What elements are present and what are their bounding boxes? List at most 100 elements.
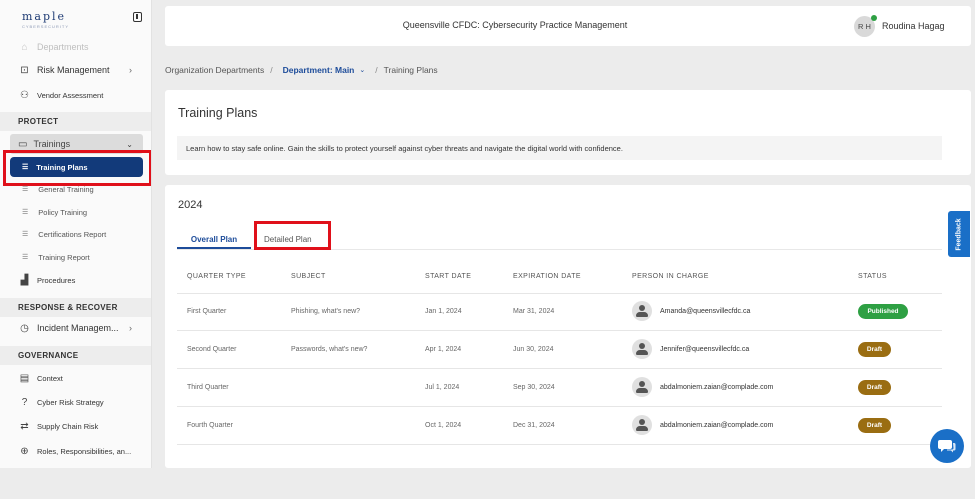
sidebar-item-policy-training[interactable]: ☰ Policy Training (22, 204, 87, 220)
sidebar-item-departments[interactable]: ⌂ Departments (18, 38, 144, 56)
chat-button[interactable] (930, 429, 964, 463)
row-divider (177, 444, 942, 445)
cell-start-date: Oct 1, 2024 (425, 422, 462, 429)
section-response-recover: RESPONSE & RECOVER (0, 298, 151, 317)
sidebar-item-risk-management[interactable]: ⊡ Risk Management › (18, 61, 144, 79)
sidebar-item-label: Supply Chain Risk (37, 421, 99, 431)
cell-expiration-date: Dec 31, 2024 (513, 422, 555, 429)
chevron-right-icon: › (129, 65, 132, 75)
supply-chain-icon: ⇄ (20, 420, 29, 432)
organization-title: Queensville CFDC: Cybersecurity Practice… (402, 20, 628, 30)
sidebar-item-label: General Training (38, 184, 94, 194)
breadcrumb-separator: / (375, 65, 378, 75)
chat-icon (938, 440, 956, 453)
logo-tagline: CYBERSECURITY (22, 24, 70, 29)
sidebar-item-vendor-assessment[interactable]: ⚇ Vendor Assessment (18, 86, 144, 104)
sidebar-collapse-icon[interactable] (133, 12, 142, 22)
chevron-down-icon[interactable]: ⌄ (359, 66, 365, 74)
procedures-icon: ▟ (20, 274, 29, 286)
sidebar-item-roles[interactable]: ⊕ Roles, Responsibilities, an... (18, 442, 144, 460)
sidebar-item-general-training[interactable]: ☰ General Training (22, 181, 94, 197)
sidebar-item-label: Departments (37, 42, 89, 52)
column-header-person-in-charge: PERSON IN CHARGE (632, 273, 709, 280)
status-badge: Draft (858, 380, 891, 395)
cell-start-date: Jan 1, 2024 (425, 308, 462, 315)
sidebar-item-label: Training Report (38, 252, 90, 262)
breadcrumb-organization-departments[interactable]: Organization Departments (165, 65, 264, 75)
status-badge: Draft (858, 418, 891, 433)
maple-logo[interactable]: maple (22, 10, 66, 23)
sidebar-item-training-report[interactable]: ☰ Training Report (22, 249, 90, 265)
sidebar-item-label: Vendor Assessment (37, 90, 104, 100)
sidebar-item-label: Certifications Report (38, 229, 107, 239)
row-divider (177, 406, 942, 407)
row-divider (177, 293, 942, 294)
column-header-status: STATUS (858, 273, 887, 280)
sidebar-item-label: Procedures (37, 275, 76, 285)
sidebar-item-label: Context (37, 373, 63, 383)
sidebar-item-label: Cyber Risk Strategy (37, 397, 104, 407)
breadcrumb: Organization Departments / Department: M… (165, 65, 438, 75)
feedback-label: Feedback (955, 217, 963, 251)
page-description: Learn how to stay safe online. Gain the … (177, 136, 942, 160)
sidebar-item-label: Trainings (33, 139, 71, 149)
cell-start-date: Jul 1, 2024 (425, 384, 460, 391)
list-icon: ☰ (22, 231, 29, 238)
cell-expiration-date: Jun 30, 2024 (513, 346, 554, 353)
question-icon: ? (21, 396, 28, 408)
page-title: Training Plans (178, 106, 258, 120)
training-plans-intro-card: Training Plans Learn how to stay safe on… (165, 90, 971, 175)
trainings-icon: ▭ (18, 138, 28, 150)
cell-person-email: Amanda@queensvillecfdc.ca (660, 308, 751, 315)
column-header-expiration-date: EXPIRATION DATE (513, 273, 581, 280)
tab-overall-plan[interactable]: Overall Plan (177, 231, 251, 249)
sidebar-item-supply-chain-risk[interactable]: ⇄ Supply Chain Risk (18, 417, 144, 435)
sidebar-item-label: Incident Managem... (37, 323, 119, 333)
plan-year: 2024 (178, 199, 203, 211)
cell-quarter: Second Quarter (187, 346, 237, 353)
clock-icon: ◷ (20, 322, 29, 334)
row-divider (177, 368, 942, 369)
online-status-icon (871, 15, 877, 21)
cell-subject: Phishing, what's new? (291, 308, 361, 315)
cell-subject: Passwords, what's new? (291, 346, 368, 353)
building-icon: ⌂ (21, 41, 28, 53)
training-plan-card: 2024 Overall Plan Detailed Plan QUARTER … (165, 185, 971, 468)
cell-expiration-date: Sep 30, 2024 (513, 384, 555, 391)
sidebar-item-label: Roles, Responsibilities, an... (37, 446, 132, 456)
top-header: Queensville CFDC: Cybersecurity Practice… (165, 6, 971, 46)
chevron-right-icon: › (129, 323, 132, 333)
breadcrumb-current: Training Plans (383, 65, 438, 75)
row-divider (177, 330, 942, 331)
sidebar: maple CYBERSECURITY ⌂ Departments ⊡ Risk… (0, 0, 152, 468)
cell-quarter: Third Quarter (187, 384, 229, 391)
breadcrumb-separator: / (270, 65, 273, 75)
column-header-subject: SUBJECT (291, 273, 326, 280)
breadcrumb-department-select[interactable]: Department: Main (283, 65, 355, 75)
feedback-tab[interactable]: Feedback (948, 211, 970, 257)
list-icon: ☰ (22, 254, 29, 261)
person-avatar-icon (632, 415, 652, 435)
sidebar-item-context[interactable]: ▤ Context (18, 369, 144, 387)
status-badge: Published (858, 304, 908, 319)
section-governance: GOVERNANCE (0, 346, 151, 365)
sidebar-item-label: Risk Management (37, 65, 110, 75)
column-header-quarter-type: QUARTER TYPE (187, 273, 246, 280)
vendor-people-icon: ⚇ (20, 89, 29, 101)
chevron-down-icon: ⌄ (126, 139, 133, 149)
section-protect: PROTECT (0, 112, 151, 131)
list-icon: ☰ (22, 209, 29, 216)
sidebar-item-incident-management[interactable]: ◷ Incident Managem... › (18, 319, 144, 337)
sidebar-item-certifications-report[interactable]: ☰ Certifications Report (22, 226, 106, 242)
person-avatar-icon (632, 301, 652, 321)
cell-quarter: First Quarter (187, 308, 227, 315)
cell-person-email: Jennifer@queensvillecfdc.ca (660, 346, 750, 353)
sidebar-item-cyber-risk-strategy[interactable]: ? Cyber Risk Strategy (18, 393, 144, 411)
highlight-box-detailed-plan (254, 221, 331, 250)
cell-quarter: Fourth Quarter (187, 422, 233, 429)
status-badge: Draft (858, 342, 891, 357)
user-name[interactable]: Roudina Hagag (882, 21, 945, 31)
sidebar-item-procedures[interactable]: ▟ Procedures (18, 271, 144, 289)
cell-person-email: abdalmoniem.zaian@complade.com (660, 422, 774, 429)
column-header-start-date: START DATE (425, 273, 472, 280)
